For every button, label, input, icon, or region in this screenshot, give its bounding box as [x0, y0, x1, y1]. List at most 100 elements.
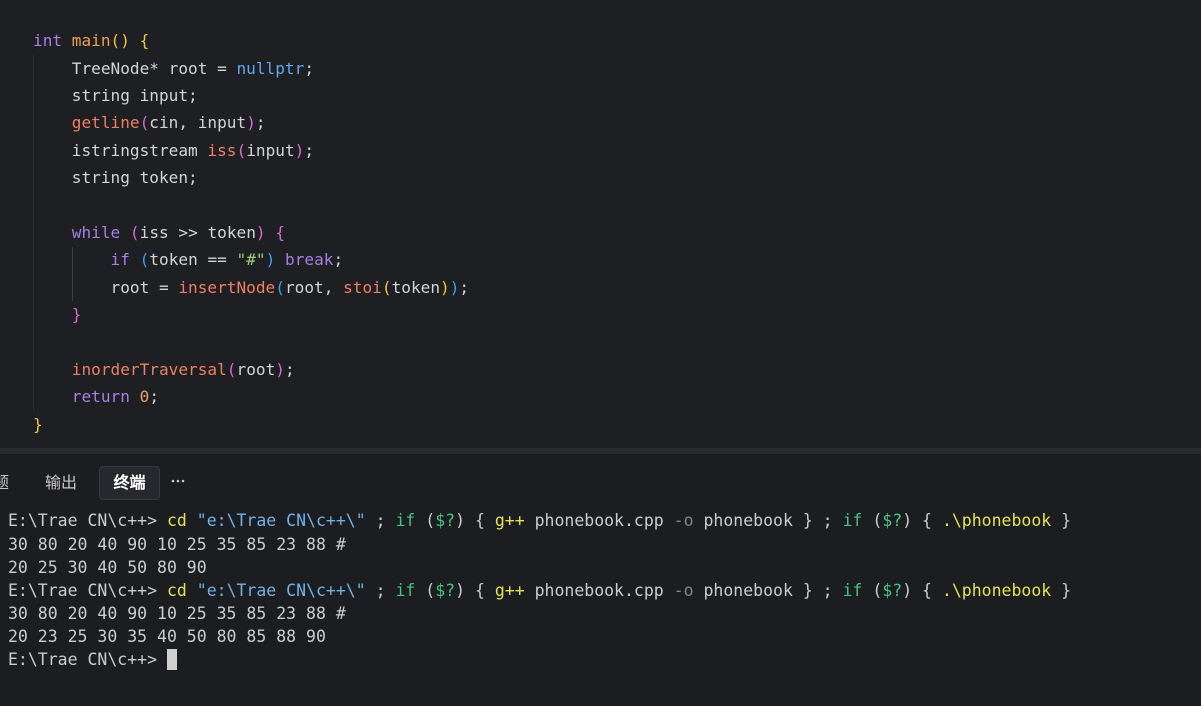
bracket-2-token: ) [275, 359, 285, 379]
terminal-text: phonebook } ; [693, 511, 843, 531]
code-line[interactable] [33, 329, 469, 356]
tab-problems[interactable]: 题 [0, 466, 9, 500]
terminal-text: 20 25 30 40 50 80 90 [8, 557, 207, 577]
tab-label: 输出 [45, 473, 78, 492]
code-line[interactable] [33, 192, 469, 219]
terminal-text: ( [415, 511, 436, 531]
code-line[interactable]: while (iss >> token) { [33, 219, 469, 246]
bracket-2-token: ( [236, 140, 247, 160]
terminal-prompt: E:\Trae CN\c++> [8, 580, 167, 600]
terminal-text: phonebook } ; [693, 580, 843, 600]
terminal-text: 30 80 20 40 90 10 25 35 85 23 88 # [8, 534, 346, 554]
terminal-variable-token: $? [435, 580, 456, 600]
terminal-prompt: E:\Trae CN\c++> [8, 650, 167, 670]
bracket-2-token: ( [129, 223, 140, 243]
terminal-text: ; [365, 580, 396, 600]
tab-output[interactable]: 输出 [45, 466, 77, 500]
code-line[interactable]: } [33, 301, 469, 328]
bracket-1-token: ( [381, 277, 392, 297]
terminal-command-token: .\phonebook [941, 580, 1052, 600]
terminal-command-line: E:\Trae CN\c++> cd "e:\Trae CN\c++\" ; i… [8, 579, 1071, 602]
code-line[interactable]: inorderTraversal(root); [33, 356, 469, 383]
terminal-parameter-token: -o [673, 580, 694, 600]
terminal-command-token: g++ [494, 580, 525, 600]
terminal-text: ) { [455, 580, 495, 600]
terminal-output-line: 30 80 20 40 90 10 25 35 85 23 88 # [8, 533, 1071, 556]
code-line[interactable]: } [33, 411, 469, 438]
code-text: cin, input [149, 113, 247, 133]
bracket-1-token: () [110, 31, 130, 51]
code-line[interactable]: int main() { [33, 27, 469, 54]
code-line[interactable]: istringstream iss(input); [33, 137, 469, 164]
tab-terminal[interactable]: 终端 [99, 466, 160, 500]
terminal-command-line: E:\Trae CN\c++> cd "e:\Trae CN\c++\" ; i… [8, 509, 1071, 532]
terminal-text: ( [862, 580, 883, 600]
code-line[interactable]: string token; [33, 164, 469, 191]
code-line[interactable]: root = insertNode(root, stoi(token)); [33, 274, 470, 301]
code-line[interactable]: TreeNode* root = nullptr; [33, 55, 469, 82]
terminal-variable-token: $? [435, 511, 456, 531]
terminal-string-token: "e:\Trae CN\c++\" [196, 580, 366, 600]
bracket-2-token: } [71, 305, 82, 325]
terminal-command-token: .\phonebook [941, 511, 1052, 531]
code-text: ; [459, 277, 470, 297]
code-text: ; [149, 387, 160, 407]
terminal-text: } [1051, 580, 1072, 600]
bracket-1-token: ) [440, 277, 450, 297]
terminal-parameter-token: -o [673, 511, 694, 531]
code-text: input [246, 140, 295, 160]
tab-label: 终端 [113, 473, 146, 492]
code-line[interactable]: return 0; [33, 383, 469, 410]
code-text: istringstream [33, 140, 208, 160]
bracket-1-token: { [139, 31, 150, 51]
terminal-output-line: 30 80 20 40 90 10 25 35 85 23 88 # [8, 602, 1071, 625]
code-text: ; [284, 359, 295, 379]
terminal-command-token: g++ [494, 511, 525, 531]
code-text: root = [33, 277, 179, 297]
code-text: root, [284, 277, 344, 297]
terminal-command-token: cd [166, 580, 187, 600]
terminal-text: ) { [902, 511, 942, 531]
terminal-string-token: "e:\Trae CN\c++\" [196, 511, 366, 531]
code-text: token == [149, 250, 237, 270]
code-text: iss >> token [139, 223, 256, 243]
code-line[interactable]: if (token == "#") break; [33, 246, 469, 273]
keyword-token: break [285, 250, 334, 270]
bracket-3-token: ( [275, 277, 285, 297]
terminal-output-line: 20 23 25 30 35 40 50 80 85 88 90 [8, 625, 1071, 648]
bracket-1-token: } [33, 414, 43, 434]
keyword-token: int [33, 31, 63, 51]
code-line[interactable]: getline(cin, input); [33, 109, 469, 136]
code-text: TreeNode* root = [33, 58, 237, 78]
code-editor[interactable]: int main() { TreeNode* root = nullptr; s… [0, 0, 1201, 448]
bracket-2-token: ) [246, 113, 256, 133]
more-button[interactable] [168, 466, 188, 496]
code-line[interactable]: string input; [33, 82, 469, 109]
bracket-3-token: ) [265, 250, 276, 270]
bottom-panel: 题 输出 终端 E:\Trae CN\c++> cd "e:\Trae CN\c… [0, 454, 1201, 706]
terminal-text: ( [862, 511, 883, 531]
code-content[interactable]: int main() { TreeNode* root = nullptr; s… [33, 27, 469, 438]
terminal-text: ) { [455, 511, 495, 531]
function-decl-token: main [71, 31, 111, 51]
number-token: 0 [139, 387, 150, 407]
terminal-text: phonebook.cpp [524, 580, 674, 600]
terminal-keyword-token: if [842, 511, 863, 531]
terminal-command-token: cd [166, 511, 187, 531]
terminal-output[interactable]: E:\Trae CN\c++> cd "e:\Trae CN\c++\" ; i… [8, 509, 1071, 671]
function-call-token: stoi [343, 277, 382, 297]
code-text: string token; [33, 168, 198, 188]
terminal-text: ) { [902, 580, 942, 600]
keyword-token: while [71, 223, 121, 243]
